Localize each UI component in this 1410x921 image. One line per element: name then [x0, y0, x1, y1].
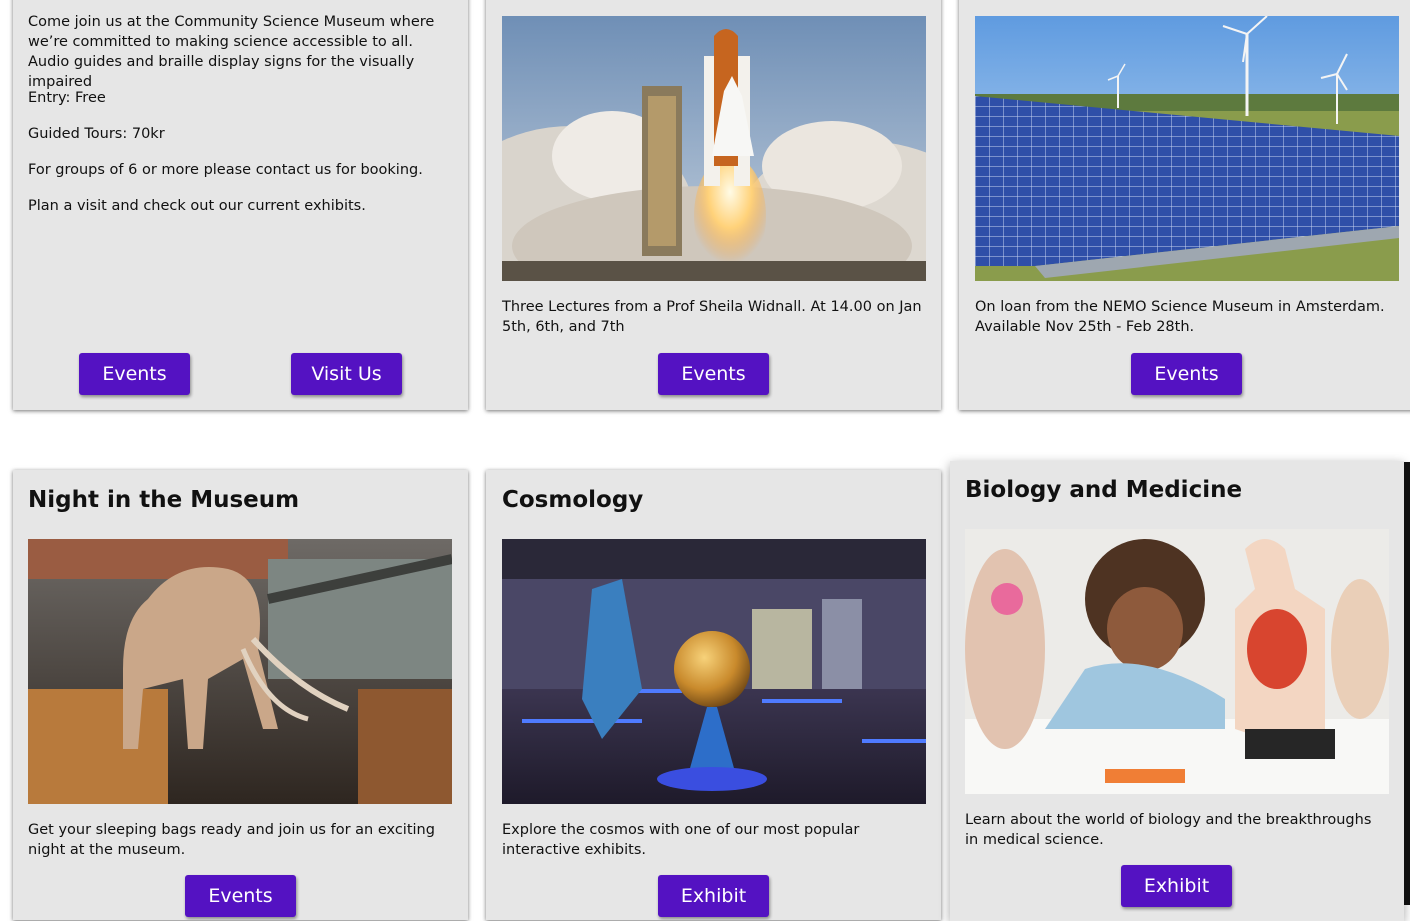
lectures-card: Three Lectures from a Prof Sheila Widnal… — [486, 0, 941, 410]
rocket-launch-image — [502, 16, 926, 281]
events-button[interactable]: Events — [79, 353, 190, 395]
group-booking-text: For groups of 6 or more please contact u… — [28, 162, 423, 178]
card-title: Night in the Museum — [28, 487, 300, 513]
card-title: Biology and Medicine — [965, 477, 1243, 503]
entry-fee-text: Entry: Free — [28, 90, 106, 106]
cosmology-text: Explore the cosmos with one of our most … — [502, 822, 860, 858]
anatomy-model-image — [965, 529, 1389, 794]
guided-tours-text: Guided Tours: 70kr — [28, 126, 165, 142]
events-button[interactable]: Events — [185, 875, 296, 917]
planetarium-image — [502, 539, 926, 804]
visit-us-button[interactable]: Visit Us — [291, 353, 402, 395]
exhibit-button[interactable]: Exhibit — [1121, 865, 1232, 907]
intro-paragraph: Come join us at the Community Science Mu… — [28, 14, 435, 90]
events-button[interactable]: Events — [658, 353, 769, 395]
intro-card: Come join us at the Community Science Mu… — [13, 0, 468, 410]
solar-panels-image — [975, 16, 1399, 281]
exhibit-button[interactable]: Exhibit — [658, 875, 769, 917]
events-button[interactable]: Events — [1131, 353, 1242, 395]
lectures-text: Three Lectures from a Prof Sheila Widnal… — [502, 299, 922, 335]
cosmology-card: Cosmology Explore the cosmos with one of… — [486, 470, 941, 920]
plan-visit-text: Plan a visit and check out our current e… — [28, 198, 366, 214]
biology-text: Learn about the world of biology and the… — [965, 812, 1372, 848]
biology-medicine-card: Biology and Medicine Learn about the wor… — [950, 461, 1404, 921]
night-in-museum-card: Night in the Museum Get your sleeping ba… — [13, 470, 468, 920]
energy-card: On loan from the NEMO Science Museum in … — [959, 0, 1410, 410]
mammoth-skeleton-image — [28, 539, 452, 804]
card-title: Cosmology — [502, 487, 644, 513]
energy-text: On loan from the NEMO Science Museum in … — [975, 299, 1385, 335]
page-edge-shadow — [1404, 462, 1410, 905]
night-text: Get your sleeping bags ready and join us… — [28, 822, 435, 858]
